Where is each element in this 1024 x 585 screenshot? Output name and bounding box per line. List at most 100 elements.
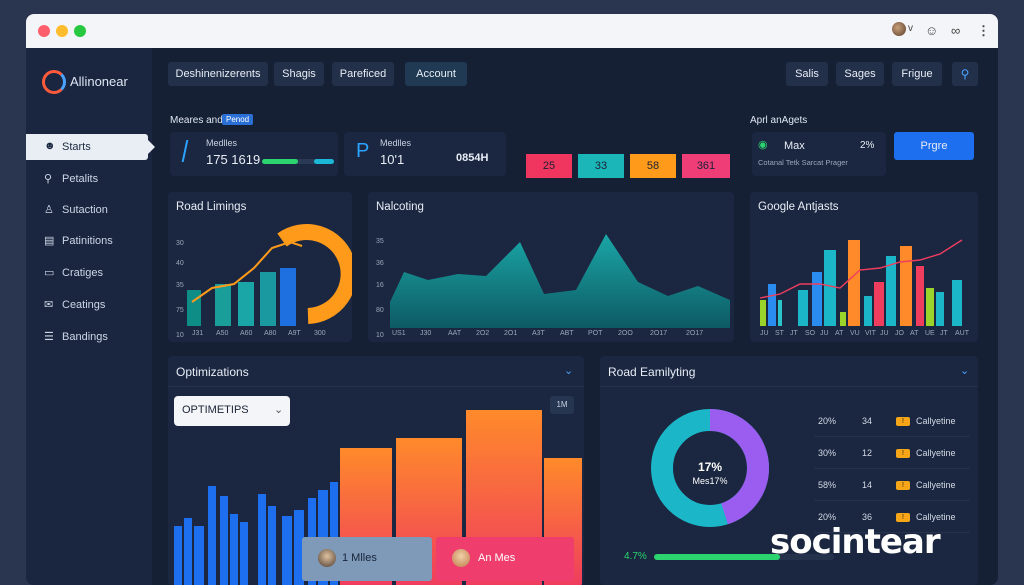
card-title: Road Eamilyting: [608, 365, 696, 379]
y-tick: 16: [376, 282, 384, 289]
donut-center-sub: Mes17%: [692, 476, 728, 486]
x-tick: JU: [820, 330, 829, 337]
x-tick: 2O1: [504, 330, 518, 337]
sidebar-item-starts[interactable]: ☻ Starts: [26, 134, 155, 160]
chat-icon: ✉: [44, 299, 54, 311]
row-divider: [814, 468, 970, 469]
toolbar-button-frigue[interactable]: Frigue: [892, 62, 942, 86]
sidebar-item-patinitions[interactable]: ▤ Patinitions: [26, 228, 148, 254]
x-tick: 2O2: [476, 330, 490, 337]
sidebar-item-label: Starts: [62, 141, 91, 153]
y-tick: 36: [376, 260, 384, 267]
link-icon[interactable]: ∞: [951, 23, 960, 38]
stat-pill-361[interactable]: 361: [682, 154, 730, 178]
legend-row[interactable]: 30% 12! Callyetine: [810, 446, 970, 466]
chevron-down-icon[interactable]: ⌄: [960, 364, 969, 377]
summary-card-2: P Medlles 10'1 0854H: [344, 132, 506, 176]
chip-1-mlles[interactable]: 1 Mlles: [302, 537, 432, 581]
toolbar-button-sages[interactable]: Sages: [836, 62, 884, 86]
bar-1: [187, 290, 201, 326]
sidebar-item-label: Petalits: [62, 173, 99, 185]
x-tick: VU: [850, 330, 860, 337]
metric-sub: Cotanal Tetk Sarcat Prager: [758, 158, 848, 167]
search-icon[interactable]: ⚲: [952, 62, 978, 86]
chip-label: An Mes: [478, 552, 516, 564]
maximize-window-button[interactable]: [74, 25, 86, 37]
row-pct: 20%: [818, 512, 837, 522]
minimize-window-button[interactable]: [56, 25, 68, 37]
summary-card-title: Medlles: [380, 138, 412, 148]
progress-button[interactable]: Prgre: [894, 132, 974, 160]
avatar: [452, 549, 470, 567]
title-bar: v ☺ ∞ ⋮: [26, 14, 998, 48]
summary-card-value: 10'1: [380, 152, 405, 167]
road-limings-chart: [187, 224, 352, 326]
metric-label: Max: [784, 140, 805, 152]
y-tick: 35: [376, 238, 384, 245]
x-tick: AUT: [955, 330, 969, 337]
x-tick: A50: [216, 330, 229, 337]
close-window-button[interactable]: [38, 25, 50, 37]
more-menu-icon[interactable]: ⋮: [977, 23, 990, 39]
logo-icon: [42, 70, 66, 94]
progress-track: [262, 159, 334, 164]
x-tick: A3T: [532, 330, 545, 337]
stat-pill-25[interactable]: 25: [526, 154, 572, 178]
chevron-down-icon[interactable]: v: [908, 23, 913, 34]
april-card: ◉ Max 2% Cotanal Tetk Sarcat Prager: [752, 132, 886, 176]
avatar: [318, 549, 336, 567]
toolbar-tab-deshinenizerents[interactable]: Deshinenizerents: [168, 62, 268, 86]
legend-row[interactable]: 20% 34! Callyetine: [810, 414, 970, 434]
legend-row[interactable]: 58% 14! Callyetine: [810, 478, 970, 498]
nalcoting-area-chart: [390, 234, 730, 328]
search-icon: ⚲: [44, 173, 53, 185]
sidebar-item-petalits[interactable]: ⚲ Petalits: [26, 166, 148, 192]
toolbar-tab-shagis[interactable]: Shagis: [274, 62, 324, 86]
row-num: 34: [862, 416, 873, 426]
row-label: Callyetine: [916, 448, 956, 458]
row-pct: 30%: [818, 448, 837, 458]
sidebar-item-bandings[interactable]: ☰ Bandings: [26, 324, 148, 350]
road-limings-card: Road Limings 30 40 35 75 10 J31 A50 A60 …: [168, 192, 352, 342]
toolbar-tab-pareficed[interactable]: Pareficed: [332, 62, 394, 86]
x-tick: JT: [790, 330, 798, 337]
chip-an-mes[interactable]: An Mes: [436, 537, 574, 581]
user-icon[interactable]: ☺: [925, 23, 938, 38]
y-tick: 30: [176, 240, 184, 247]
progress-cap: [314, 159, 334, 164]
toolbar-tab-account[interactable]: Account: [405, 62, 467, 86]
app-window: v ☺ ∞ ⋮ Allinonear ☻ Starts ⚲ Petalits ♙…: [26, 14, 998, 585]
row-pct: 20%: [818, 416, 837, 426]
toolbar-button-salis[interactable]: Salis: [786, 62, 828, 86]
y-tick: 10: [176, 332, 184, 339]
card-icon: ▭: [44, 267, 55, 279]
summary-card-title: Medlles: [206, 138, 238, 148]
x-tick: JO: [895, 330, 904, 337]
sidebar-item-label: Patinitions: [62, 235, 113, 247]
x-tick: UE: [925, 330, 935, 337]
sidebar-item-ceatings[interactable]: ✉ Ceatings: [26, 292, 148, 318]
progress-fill: [654, 554, 780, 560]
row-label: Callyetine: [916, 512, 956, 522]
row-num: 36: [862, 512, 873, 522]
x-tick: AAT: [448, 330, 462, 337]
row-num: 14: [862, 480, 873, 490]
google-card: Google Antjasts JU ST JT SO JU AT VU VIT JU JO AT U…: [750, 192, 978, 342]
y-tick: 40: [176, 260, 184, 267]
stat-pill-33[interactable]: 33: [578, 154, 624, 178]
x-tick: VIT: [865, 330, 876, 337]
bar-2: [215, 284, 231, 326]
sidebar-item-cratiges[interactable]: ▭ Cratiges: [26, 260, 148, 286]
x-tick: J30: [420, 330, 432, 337]
clipboard-icon: ▤: [44, 235, 55, 247]
stat-pill-58[interactable]: 58: [630, 154, 676, 178]
x-tick: ST: [775, 330, 784, 337]
row-label: Callyetine: [916, 416, 956, 426]
user-icon: ☻: [44, 140, 56, 152]
sidebar-item-sutaction[interactable]: ♙ Sutaction: [26, 197, 148, 223]
metric-value: 2%: [860, 140, 875, 151]
p-icon: P: [356, 140, 370, 162]
status-badge: !: [896, 481, 910, 490]
metric-icon: [181, 140, 189, 162]
avatar[interactable]: [892, 22, 906, 36]
